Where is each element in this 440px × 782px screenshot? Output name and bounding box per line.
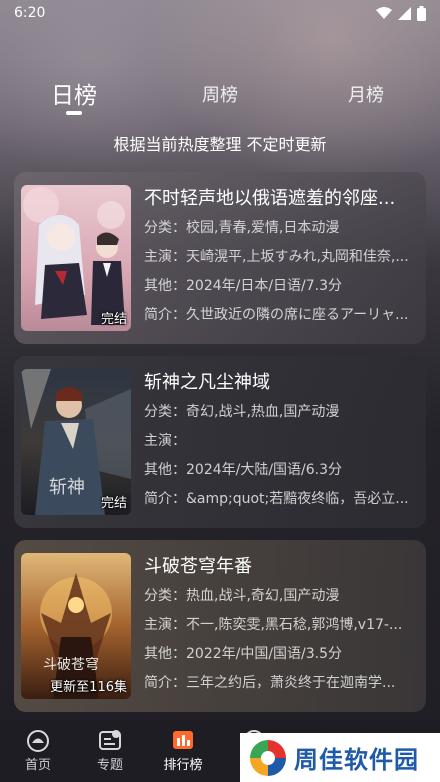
status-badge: 完结 [100, 496, 127, 511]
nav-item-home[interactable]: 首页 [8, 728, 68, 773]
nav-item-home-label: 首页 [24, 758, 51, 773]
list-item[interactable]: 完结 不时轻声地以俄语遮羞的邻座... 分类：校园,青春,爱情,日本动漫 主演：… [14, 172, 426, 344]
tab-weekly[interactable]: 周榜 [190, 81, 250, 107]
item-title: 斗破苍穹年番 [144, 556, 252, 577]
cover-image: 斩神 完结 [21, 369, 131, 515]
ranking-tabs: 日榜 周榜 月榜 [0, 76, 440, 116]
item-category: 分类：热血,战斗,奇幻,国产动漫 [144, 588, 340, 604]
status-badge: 更新至116集 [50, 680, 127, 695]
item-cast: 主演：天崎滉平,上坂すみれ,丸岡和佳奈,... [144, 249, 409, 265]
nav-item-topic-label: 专题 [96, 758, 123, 773]
ranking-icon [173, 731, 193, 749]
svg-text:斗破苍穹: 斗破苍穹 [43, 657, 99, 673]
wifi-icon [376, 6, 392, 19]
item-category: 分类：校园,青春,爱情,日本动漫 [144, 220, 340, 236]
tab-daily-label: 日榜 [51, 83, 97, 109]
battery-icon [417, 5, 426, 21]
item-other: 其他：2024年/大陆/国语/6.3分 [144, 462, 343, 478]
cover-image: 斗破苍穹 更新至116集 [21, 553, 131, 699]
item-category: 分类：奇幻,战斗,热血,国产动漫 [144, 404, 340, 420]
active-tab-indicator [66, 111, 82, 115]
nav-item-topic[interactable]: 专题 [80, 728, 140, 773]
item-title: 不时轻声地以俄语遮羞的邻座... [144, 188, 396, 209]
tab-monthly-label: 月榜 [348, 85, 384, 106]
watermark: 周佳软件园 [240, 733, 440, 782]
item-intro: 简介：&amp;quot;若黯夜终临，吾必立... [144, 491, 409, 507]
item-other: 其他：2024年/日本/日语/7.3分 [144, 278, 343, 294]
item-intro: 简介：久世政近の隣の席に座るアーリャ... [144, 307, 409, 323]
item-intro: 简介：三年之约后，萧炎终于在迦南学... [144, 675, 396, 691]
nav-item-ranking-label: 排行榜 [163, 758, 203, 773]
topic-icon [99, 730, 121, 750]
watermark-logo-icon [250, 739, 286, 776]
home-icon [27, 730, 49, 752]
item-other: 其他：2022年/中国/国语/3.5分 [144, 646, 343, 662]
watermark-text: 周佳软件园 [294, 746, 419, 774]
status-bar: 6:20 [0, 0, 440, 26]
status-time: 6:20 [14, 5, 46, 21]
tab-weekly-label: 周榜 [202, 85, 238, 106]
tab-daily[interactable]: 日榜 [44, 76, 104, 110]
item-cast: 主演：不一,陈奕雯,黑石稔,郭鸿博,v17-... [144, 617, 403, 633]
tab-monthly[interactable]: 月榜 [336, 81, 396, 107]
list-item[interactable]: 斗破苍穹 更新至116集 斗破苍穹年番 分类：热血,战斗,奇幻,国产动漫 主演：… [14, 540, 426, 712]
svg-text:斩神: 斩神 [49, 477, 85, 498]
signal-icon [398, 6, 411, 20]
item-cast: 主演： [144, 433, 186, 449]
status-badge: 完结 [100, 312, 127, 327]
ranking-subtitle: 根据当前热度整理 不定时更新 [113, 135, 327, 154]
nav-item-ranking[interactable]: 排行榜 [153, 728, 213, 773]
list-item[interactable]: 斩神 完结 斩神之凡尘神域 分类：奇幻,战斗,热血,国产动漫 主演： 其他：20… [14, 356, 426, 528]
item-title: 斩神之凡尘神域 [144, 372, 270, 393]
cover-image: 完结 [21, 185, 131, 331]
